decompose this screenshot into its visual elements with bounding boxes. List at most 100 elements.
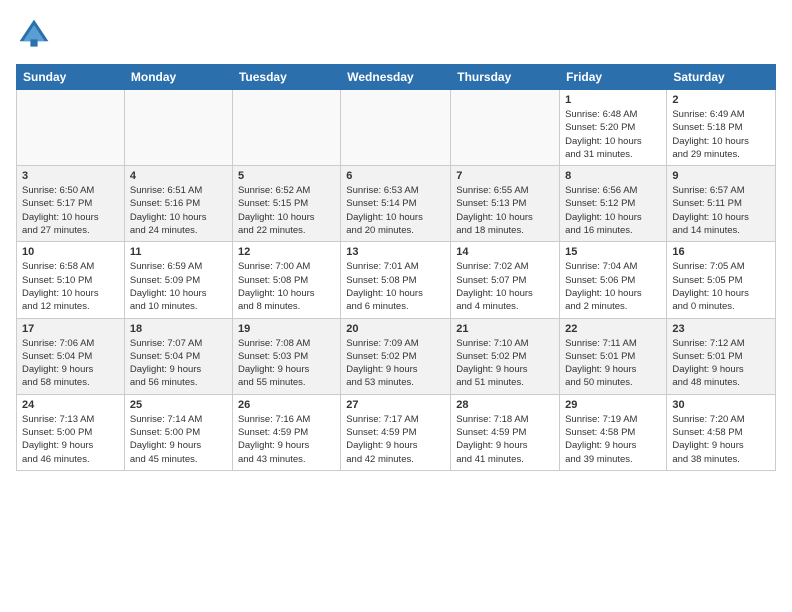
day-info: Sunrise: 6:53 AM Sunset: 5:14 PM Dayligh… <box>346 184 445 237</box>
day-info: Sunrise: 6:57 AM Sunset: 5:11 PM Dayligh… <box>672 184 770 237</box>
day-number: 5 <box>238 170 335 182</box>
day-info: Sunrise: 7:01 AM Sunset: 5:08 PM Dayligh… <box>346 260 445 313</box>
calendar-cell: 3 Sunrise: 6:50 AM Sunset: 5:17 PM Daylig… <box>17 166 125 242</box>
logo <box>16 16 58 52</box>
calendar-cell: 17 Sunrise: 7:06 AM Sunset: 5:04 PM Dayli… <box>17 318 125 394</box>
calendar-cell: 27 Sunrise: 7:17 AM Sunset: 4:59 PM Dayli… <box>341 394 451 470</box>
day-number: 4 <box>130 170 227 182</box>
week-row-5: 24 Sunrise: 7:13 AM Sunset: 5:00 PM Dayli… <box>17 394 776 470</box>
calendar-cell: 19 Sunrise: 7:08 AM Sunset: 5:03 PM Dayli… <box>232 318 340 394</box>
day-number: 7 <box>456 170 554 182</box>
day-number: 11 <box>130 246 227 258</box>
day-number: 27 <box>346 399 445 411</box>
day-number: 28 <box>456 399 554 411</box>
day-info: Sunrise: 7:08 AM Sunset: 5:03 PM Dayligh… <box>238 337 335 390</box>
calendar-cell: 22 Sunrise: 7:11 AM Sunset: 5:01 PM Dayli… <box>560 318 667 394</box>
calendar-cell: 10 Sunrise: 6:58 AM Sunset: 5:10 PM Dayli… <box>17 242 125 318</box>
calendar-cell: 9Sunrise: 6:57 AM Sunset: 5:11 PM Daylig… <box>667 166 776 242</box>
day-number: 19 <box>238 323 335 335</box>
day-info: Sunrise: 7:16 AM Sunset: 4:59 PM Dayligh… <box>238 413 335 466</box>
calendar-cell <box>17 90 125 166</box>
day-info: Sunrise: 7:06 AM Sunset: 5:04 PM Dayligh… <box>22 337 119 390</box>
day-info: Sunrise: 6:56 AM Sunset: 5:12 PM Dayligh… <box>565 184 661 237</box>
day-info: Sunrise: 7:09 AM Sunset: 5:02 PM Dayligh… <box>346 337 445 390</box>
weekday-thursday: Thursday <box>451 65 560 90</box>
day-number: 16 <box>672 246 770 258</box>
day-number: 29 <box>565 399 661 411</box>
calendar-cell: 26 Sunrise: 7:16 AM Sunset: 4:59 PM Dayli… <box>232 394 340 470</box>
page-header <box>16 16 776 52</box>
calendar-cell: 1 Sunrise: 6:48 AM Sunset: 5:20 PM Daylig… <box>560 90 667 166</box>
day-number: 3 <box>22 170 119 182</box>
day-number: 26 <box>238 399 335 411</box>
calendar-cell: 6 Sunrise: 6:53 AM Sunset: 5:14 PM Daylig… <box>341 166 451 242</box>
weekday-friday: Friday <box>560 65 667 90</box>
weekday-sunday: Sunday <box>17 65 125 90</box>
calendar-table: SundayMondayTuesdayWednesdayThursdayFrid… <box>16 64 776 471</box>
calendar-cell: 20 Sunrise: 7:09 AM Sunset: 5:02 PM Dayli… <box>341 318 451 394</box>
day-info: Sunrise: 7:11 AM Sunset: 5:01 PM Dayligh… <box>565 337 661 390</box>
day-info: Sunrise: 7:13 AM Sunset: 5:00 PM Dayligh… <box>22 413 119 466</box>
day-number: 14 <box>456 246 554 258</box>
day-info: Sunrise: 6:49 AM Sunset: 5:18 PM Dayligh… <box>672 108 770 161</box>
day-info: Sunrise: 7:04 AM Sunset: 5:06 PM Dayligh… <box>565 260 661 313</box>
day-info: Sunrise: 7:07 AM Sunset: 5:04 PM Dayligh… <box>130 337 227 390</box>
weekday-header-row: SundayMondayTuesdayWednesdayThursdayFrid… <box>17 65 776 90</box>
calendar-cell: 24 Sunrise: 7:13 AM Sunset: 5:00 PM Dayli… <box>17 394 125 470</box>
calendar-cell <box>451 90 560 166</box>
day-number: 2 <box>672 94 770 106</box>
day-info: Sunrise: 6:58 AM Sunset: 5:10 PM Dayligh… <box>22 260 119 313</box>
day-number: 17 <box>22 323 119 335</box>
calendar-cell <box>124 90 232 166</box>
day-number: 10 <box>22 246 119 258</box>
day-number: 25 <box>130 399 227 411</box>
day-info: Sunrise: 6:52 AM Sunset: 5:15 PM Dayligh… <box>238 184 335 237</box>
day-number: 24 <box>22 399 119 411</box>
calendar-cell: 18 Sunrise: 7:07 AM Sunset: 5:04 PM Dayli… <box>124 318 232 394</box>
calendar-cell: 23Sunrise: 7:12 AM Sunset: 5:01 PM Dayli… <box>667 318 776 394</box>
day-number: 6 <box>346 170 445 182</box>
calendar-cell: 25 Sunrise: 7:14 AM Sunset: 5:00 PM Dayli… <box>124 394 232 470</box>
calendar-cell: 13 Sunrise: 7:01 AM Sunset: 5:08 PM Dayli… <box>341 242 451 318</box>
day-number: 21 <box>456 323 554 335</box>
calendar-cell: 30 Sunrise: 7:20 AM Sunset: 4:58 PM Dayli… <box>667 394 776 470</box>
calendar-cell <box>341 90 451 166</box>
day-info: Sunrise: 7:12 AM Sunset: 5:01 PM Dayligh… <box>672 337 770 390</box>
logo-icon <box>16 16 52 52</box>
calendar-cell: 14Sunrise: 7:02 AM Sunset: 5:07 PM Dayli… <box>451 242 560 318</box>
calendar-cell <box>232 90 340 166</box>
day-number: 15 <box>565 246 661 258</box>
day-info: Sunrise: 6:48 AM Sunset: 5:20 PM Dayligh… <box>565 108 661 161</box>
weekday-saturday: Saturday <box>667 65 776 90</box>
day-info: Sunrise: 7:10 AM Sunset: 5:02 PM Dayligh… <box>456 337 554 390</box>
day-info: Sunrise: 6:55 AM Sunset: 5:13 PM Dayligh… <box>456 184 554 237</box>
day-info: Sunrise: 7:00 AM Sunset: 5:08 PM Dayligh… <box>238 260 335 313</box>
day-number: 13 <box>346 246 445 258</box>
weekday-wednesday: Wednesday <box>341 65 451 90</box>
day-number: 22 <box>565 323 661 335</box>
week-row-3: 10 Sunrise: 6:58 AM Sunset: 5:10 PM Dayli… <box>17 242 776 318</box>
day-number: 1 <box>565 94 661 106</box>
day-info: Sunrise: 7:20 AM Sunset: 4:58 PM Dayligh… <box>672 413 770 466</box>
day-info: Sunrise: 6:59 AM Sunset: 5:09 PM Dayligh… <box>130 260 227 313</box>
calendar-cell: 21 Sunrise: 7:10 AM Sunset: 5:02 PM Dayli… <box>451 318 560 394</box>
calendar-cell: 29Sunrise: 7:19 AM Sunset: 4:58 PM Dayli… <box>560 394 667 470</box>
day-info: Sunrise: 6:50 AM Sunset: 5:17 PM Dayligh… <box>22 184 119 237</box>
day-number: 30 <box>672 399 770 411</box>
calendar-cell: 11 Sunrise: 6:59 AM Sunset: 5:09 PM Dayli… <box>124 242 232 318</box>
calendar-cell: 2 Sunrise: 6:49 AM Sunset: 5:18 PM Daylig… <box>667 90 776 166</box>
day-number: 8 <box>565 170 661 182</box>
day-info: Sunrise: 7:05 AM Sunset: 5:05 PM Dayligh… <box>672 260 770 313</box>
day-info: Sunrise: 7:17 AM Sunset: 4:59 PM Dayligh… <box>346 413 445 466</box>
calendar-cell: 16 Sunrise: 7:05 AM Sunset: 5:05 PM Dayli… <box>667 242 776 318</box>
calendar-cell: 5 Sunrise: 6:52 AM Sunset: 5:15 PM Daylig… <box>232 166 340 242</box>
day-number: 18 <box>130 323 227 335</box>
calendar-cell: 15 Sunrise: 7:04 AM Sunset: 5:06 PM Dayli… <box>560 242 667 318</box>
day-info: Sunrise: 7:14 AM Sunset: 5:00 PM Dayligh… <box>130 413 227 466</box>
day-number: 12 <box>238 246 335 258</box>
calendar-cell: 8 Sunrise: 6:56 AM Sunset: 5:12 PM Daylig… <box>560 166 667 242</box>
week-row-2: 3 Sunrise: 6:50 AM Sunset: 5:17 PM Daylig… <box>17 166 776 242</box>
day-info: Sunrise: 6:51 AM Sunset: 5:16 PM Dayligh… <box>130 184 227 237</box>
calendar-cell: 4 Sunrise: 6:51 AM Sunset: 5:16 PM Daylig… <box>124 166 232 242</box>
day-number: 20 <box>346 323 445 335</box>
